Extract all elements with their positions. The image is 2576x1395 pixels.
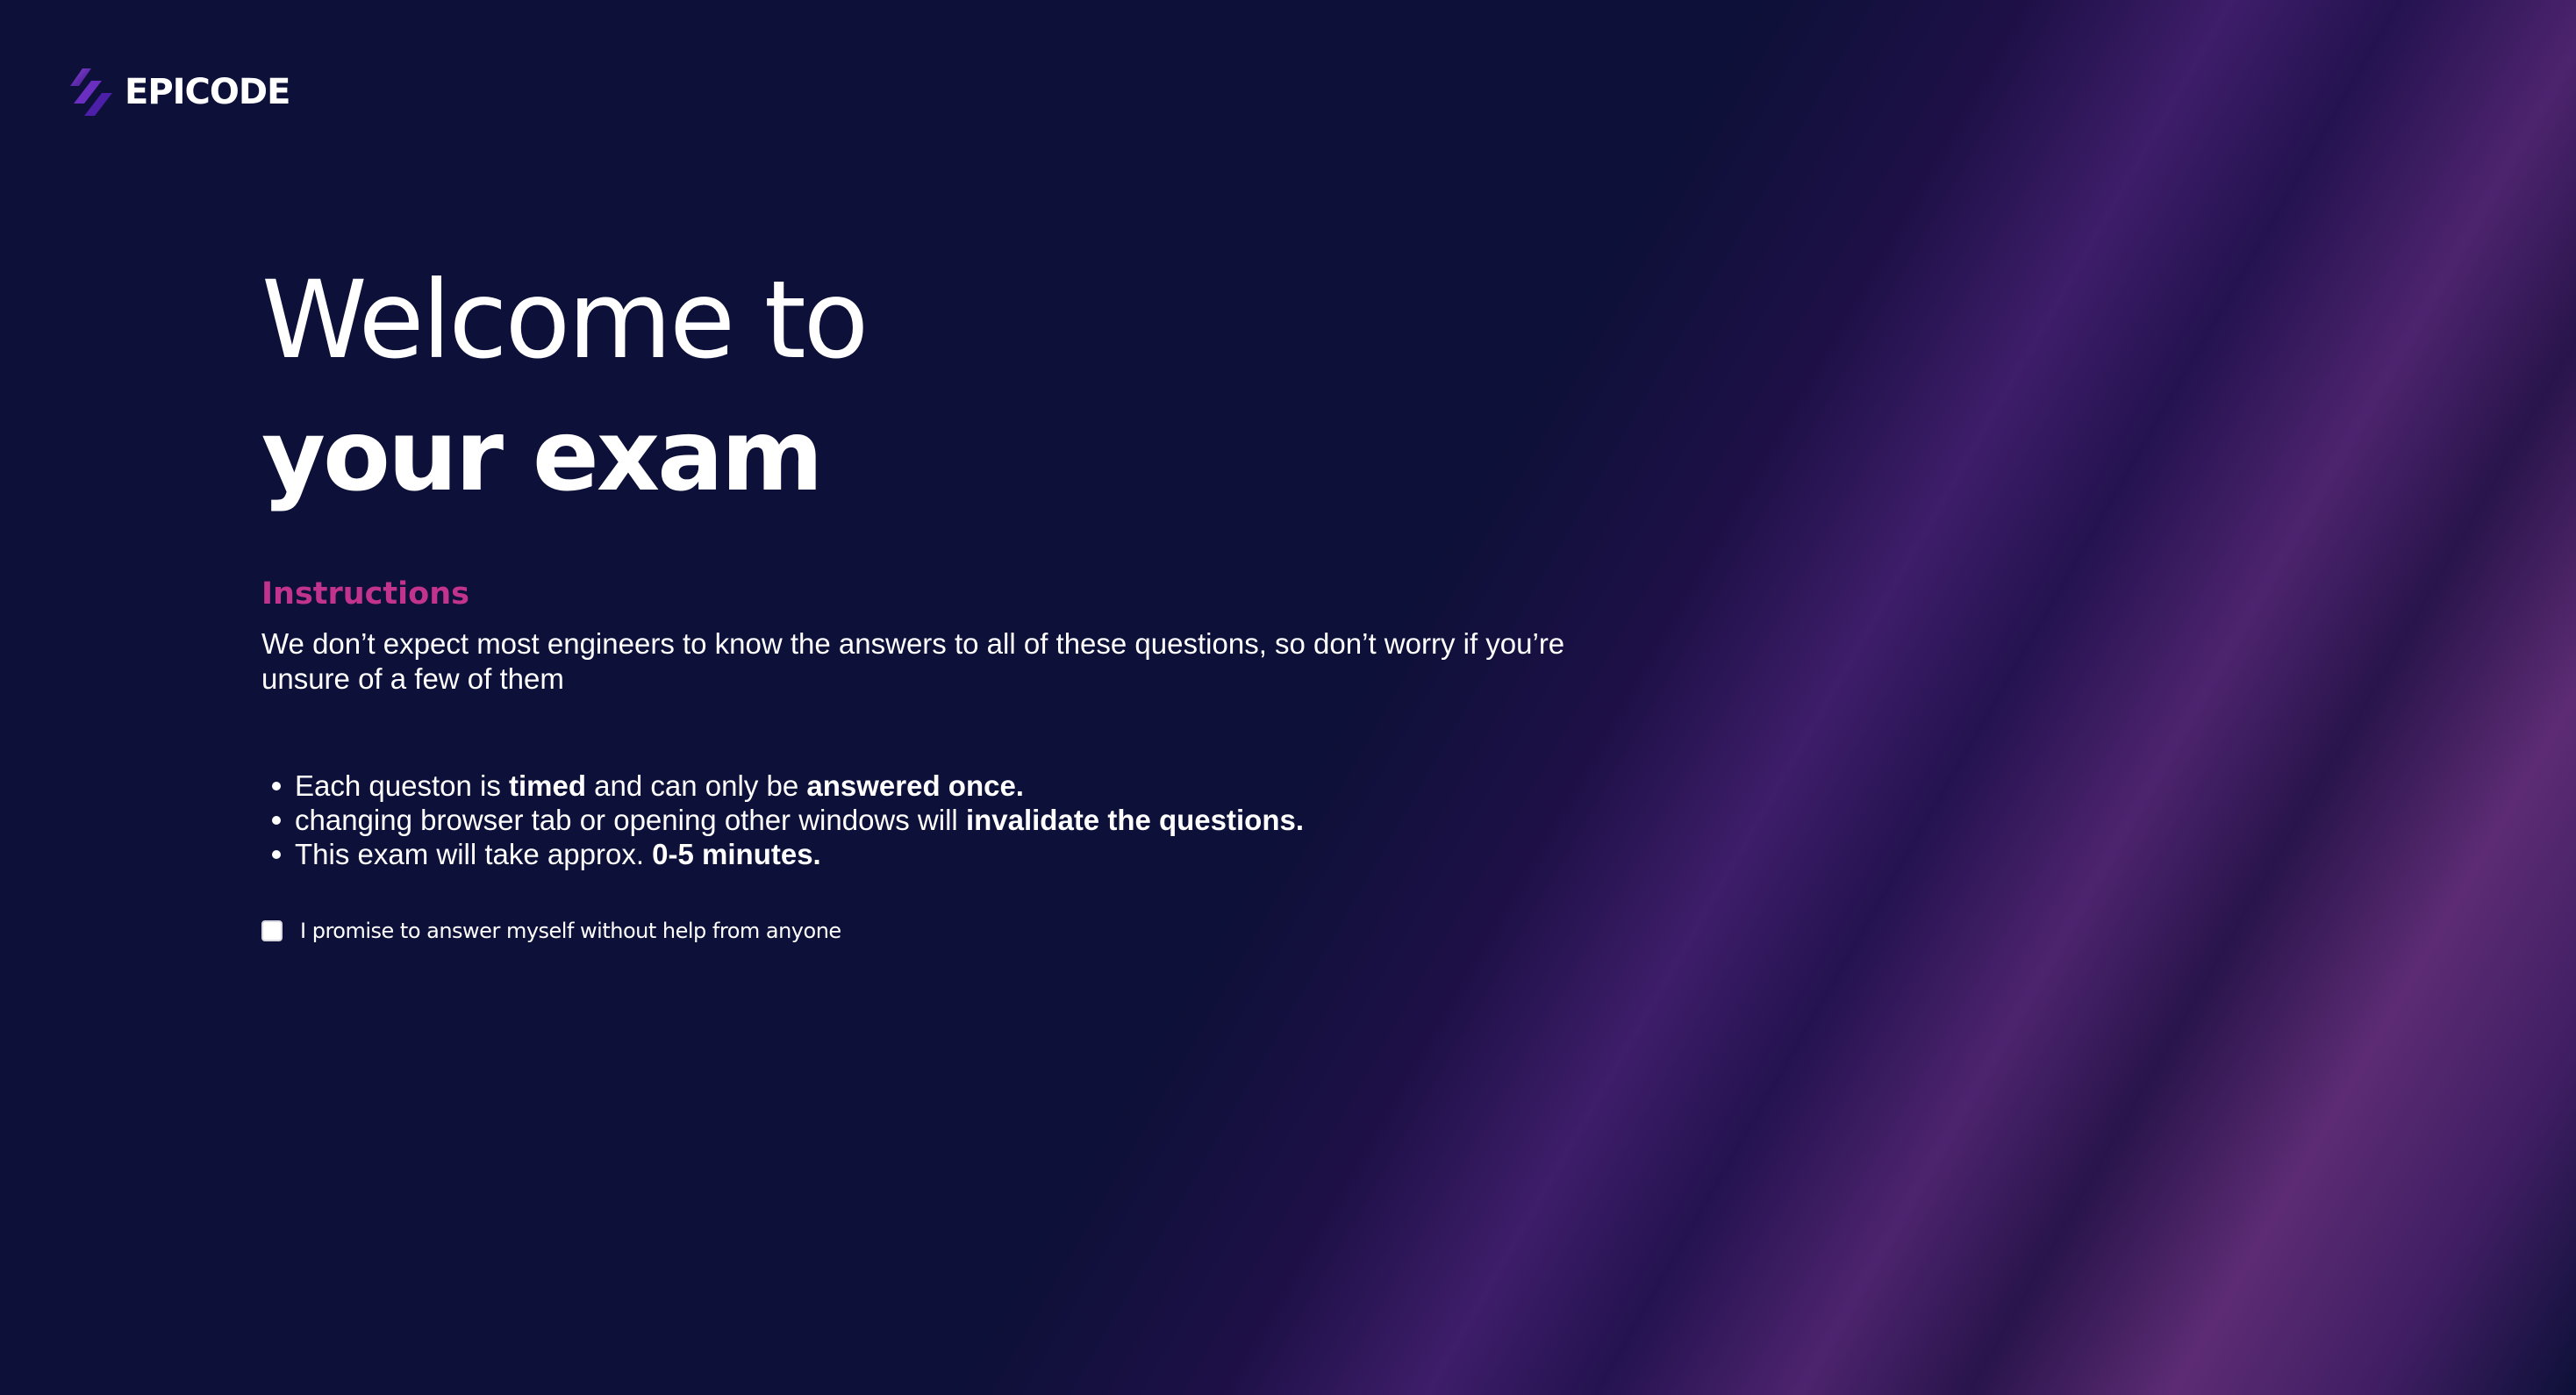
page-title-line1: Welcome to bbox=[261, 258, 869, 383]
bullet-icon bbox=[272, 849, 281, 859]
promise-checkbox[interactable] bbox=[261, 920, 283, 941]
rules-list: Each queston is timed and can only be an… bbox=[261, 769, 1630, 871]
rule-text: changing browser tab or opening other wi… bbox=[295, 804, 1305, 836]
rule-text: This exam will take approx. 0-5 minutes. bbox=[295, 838, 821, 870]
main-content: Welcome to your exam Instructions We don… bbox=[261, 254, 1630, 943]
rule-text: Each queston is timed and can only be an… bbox=[295, 769, 1024, 802]
promise-label[interactable]: I promise to answer myself without help … bbox=[300, 919, 841, 943]
rule-item: This exam will take approx. 0-5 minutes. bbox=[261, 837, 1630, 871]
promise-row: I promise to answer myself without help … bbox=[261, 919, 1630, 943]
epicode-logo-icon bbox=[70, 68, 112, 116]
rule-item: Each queston is timed and can only be an… bbox=[261, 769, 1630, 803]
brand-logo[interactable]: EPICODE bbox=[70, 67, 290, 118]
bullet-icon bbox=[272, 781, 281, 790]
brand-name: EPICODE bbox=[125, 72, 290, 112]
exam-welcome-page: EPICODE Welcome to your exam Instruction… bbox=[0, 0, 2576, 1395]
bullet-icon bbox=[272, 815, 281, 825]
instructions-heading: Instructions bbox=[261, 576, 469, 612]
rule-item: changing browser tab or opening other wi… bbox=[261, 803, 1630, 837]
page-title-line2: your exam bbox=[261, 399, 823, 513]
instructions-intro: We don’t expect most engineers to know t… bbox=[261, 627, 1565, 695]
